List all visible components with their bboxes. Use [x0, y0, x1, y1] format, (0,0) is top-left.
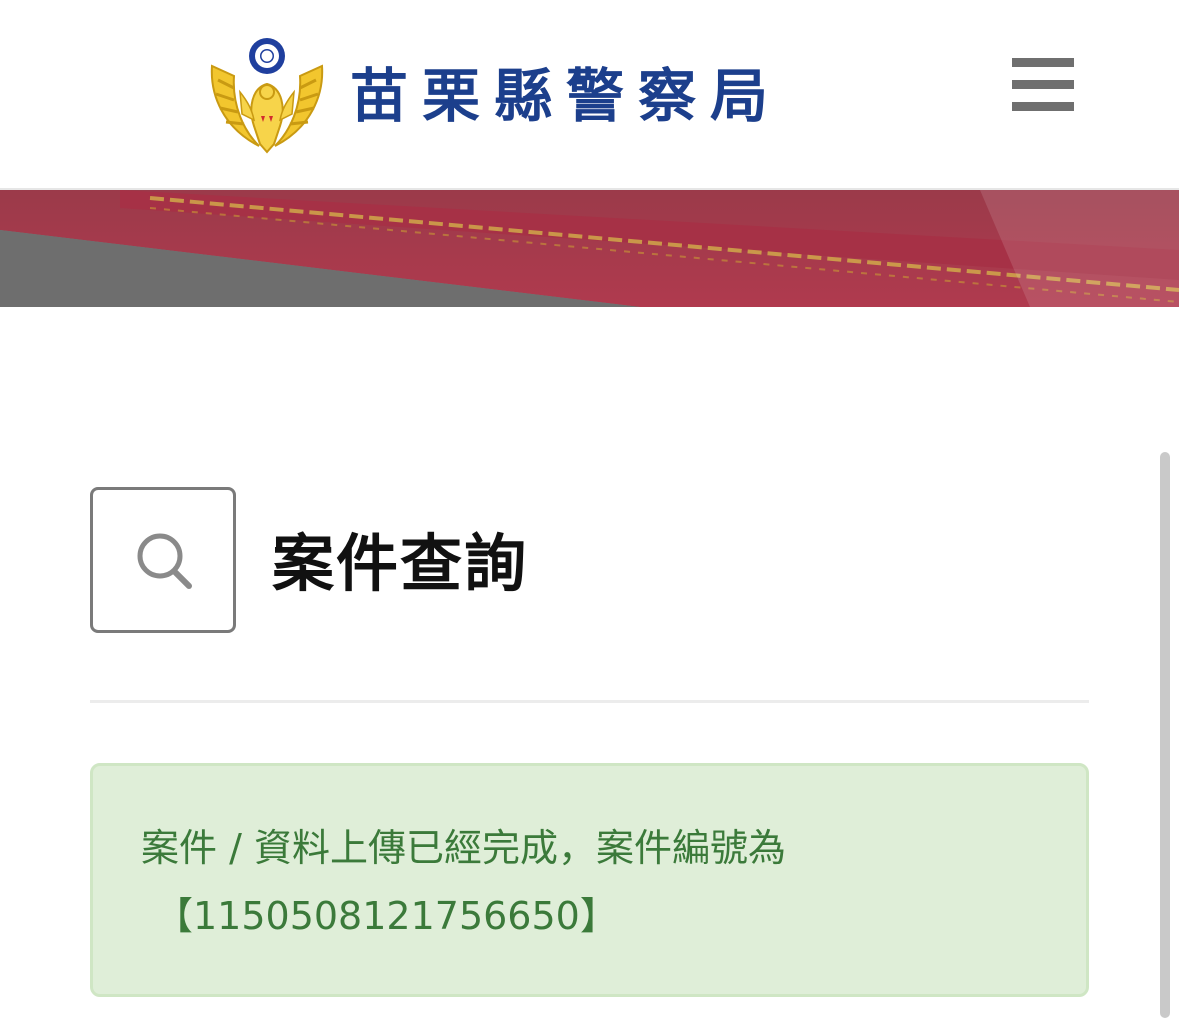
search-icon	[90, 487, 236, 633]
menu-bar	[1012, 80, 1074, 89]
menu-bar	[1012, 102, 1074, 111]
alert-message: 案件 / 資料上傳已經完成，案件編號為	[141, 826, 786, 870]
banner-image	[0, 190, 1179, 307]
page: 苗栗縣警察局 案件查詢 案件 / 資料上傳已經完成，案件編號為 【1150508…	[0, 0, 1179, 1018]
site-header: 苗栗縣警察局	[0, 0, 1179, 190]
success-alert: 案件 / 資料上傳已經完成，案件編號為 【1150508121756650】	[90, 763, 1089, 997]
hamburger-menu-icon[interactable]	[1012, 58, 1076, 112]
divider	[90, 700, 1089, 703]
site-title[interactable]: 苗栗縣警察局	[350, 58, 782, 134]
scrollbar[interactable]	[1160, 452, 1170, 1018]
page-title: 案件查詢	[272, 527, 529, 600]
case-number: 【1150508121756650】	[155, 894, 618, 938]
menu-bar	[1012, 58, 1074, 67]
police-emblem-icon[interactable]	[204, 36, 330, 156]
